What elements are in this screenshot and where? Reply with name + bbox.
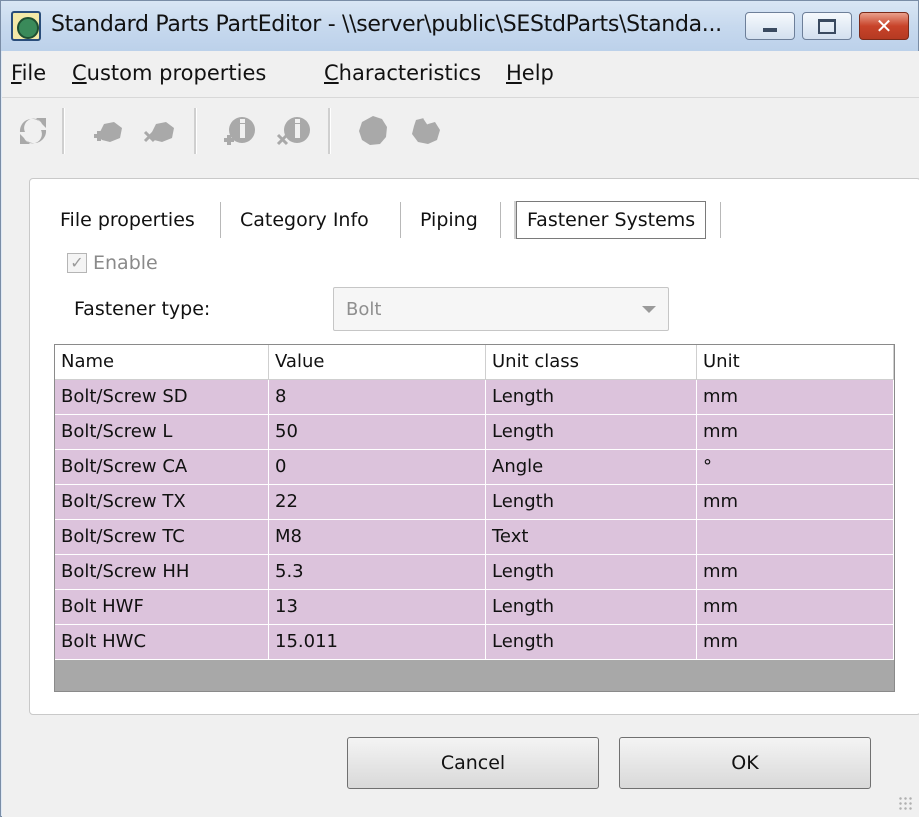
cancel-button[interactable]: Cancel [347, 737, 599, 789]
maximize-button[interactable] [802, 12, 852, 40]
cell-value[interactable]: 13 [269, 590, 486, 624]
title-bar[interactable]: Standard Parts PartEditor - \\server\pub… [1, 1, 918, 51]
cell-name[interactable]: Bolt HWC [55, 625, 269, 659]
table-row[interactable]: Bolt/Screw SD 8 Length mm [55, 380, 894, 415]
table-header: Name Value Unit class Unit [55, 345, 894, 380]
fastener-type-label: Fastener type: [74, 298, 211, 320]
cell-unit[interactable]: mm [697, 380, 894, 414]
tab-category-info[interactable]: Category Info [240, 201, 369, 239]
app-window: Standard Parts PartEditor - \\server\pub… [0, 0, 919, 817]
multi-shape-icon[interactable] [404, 110, 446, 152]
tab-divider [500, 202, 501, 238]
column-header-unit[interactable]: Unit [697, 345, 894, 379]
add-part-icon[interactable] [88, 110, 130, 152]
checkmark-icon: ✓ [67, 253, 87, 273]
properties-table: Name Value Unit class Unit Bolt/Screw SD… [54, 344, 895, 692]
cell-unit[interactable]: mm [697, 485, 894, 519]
cell-unit[interactable]: mm [697, 555, 894, 589]
add-info-icon[interactable] [220, 110, 262, 152]
refresh-icon[interactable] [12, 110, 54, 152]
window-title: Standard Parts PartEditor - \\server\pub… [51, 12, 722, 37]
column-header-value[interactable]: Value [269, 345, 486, 379]
cell-name[interactable]: Bolt/Screw SD [55, 380, 269, 414]
minimize-icon [763, 28, 777, 32]
table-row[interactable]: Bolt HWC 15.011 Length mm [55, 625, 894, 660]
cell-value[interactable]: 8 [269, 380, 486, 414]
app-icon[interactable] [11, 11, 41, 41]
fastener-type-value: Bolt [346, 299, 382, 320]
toolbar-separator [194, 108, 197, 154]
ok-button[interactable]: OK [619, 737, 871, 789]
cell-unit-class[interactable]: Length [486, 485, 697, 519]
cell-name[interactable]: Bolt/Screw HH [55, 555, 269, 589]
cell-unit[interactable] [697, 520, 894, 554]
cell-value[interactable]: 22 [269, 485, 486, 519]
table-row[interactable]: Bolt/Screw HH 5.3 Length mm [55, 555, 894, 590]
tab-divider [220, 202, 221, 238]
resize-grip-icon[interactable] [898, 796, 912, 810]
cell-name[interactable]: Bolt/Screw TC [55, 520, 269, 554]
cell-name[interactable]: Bolt HWF [55, 590, 269, 624]
minimize-button[interactable] [745, 12, 795, 40]
cell-value[interactable]: 50 [269, 415, 486, 449]
tab-divider [720, 202, 721, 238]
cell-unit-class[interactable]: Angle [486, 450, 697, 484]
tab-file-properties[interactable]: File properties [60, 201, 195, 239]
tab-piping[interactable]: Piping [420, 201, 478, 239]
cell-unit-class[interactable]: Length [486, 415, 697, 449]
close-button[interactable]: ✕ [859, 12, 909, 40]
cell-name[interactable]: Bolt/Screw TX [55, 485, 269, 519]
close-icon: ✕ [875, 14, 893, 38]
menu-characteristics[interactable]: Characteristics [324, 61, 481, 85]
table-row[interactable]: Bolt HWF 13 Length mm [55, 590, 894, 625]
cell-unit-class[interactable]: Length [486, 380, 697, 414]
enable-checkbox[interactable]: ✓ Enable [67, 252, 158, 274]
circle-shape-icon[interactable] [352, 110, 394, 152]
menu-help[interactable]: Help [506, 61, 554, 85]
remove-info-icon[interactable] [274, 110, 316, 152]
menu-file[interactable]: File [11, 61, 46, 85]
menu-bar: File Custom properties Characteristics H… [2, 51, 919, 98]
cell-value[interactable]: 15.011 [269, 625, 486, 659]
cell-unit[interactable]: mm [697, 415, 894, 449]
cell-unit-class[interactable]: Length [486, 590, 697, 624]
table-row[interactable]: Bolt/Screw L 50 Length mm [55, 415, 894, 450]
cell-name[interactable]: Bolt/Screw L [55, 415, 269, 449]
column-header-unit-class[interactable]: Unit class [486, 345, 697, 379]
menu-custom-properties[interactable]: Custom properties [72, 61, 266, 85]
table-row[interactable]: Bolt/Screw TX 22 Length mm [55, 485, 894, 520]
toolbar [2, 98, 919, 164]
cell-unit-class[interactable]: Length [486, 625, 697, 659]
column-header-name[interactable]: Name [55, 345, 269, 379]
enable-label: Enable [93, 252, 158, 274]
cell-value[interactable]: M8 [269, 520, 486, 554]
cell-unit-class[interactable]: Length [486, 555, 697, 589]
cell-unit[interactable]: mm [697, 590, 894, 624]
table-row[interactable]: Bolt/Screw TC M8 Text [55, 520, 894, 555]
cell-unit[interactable]: ° [697, 450, 894, 484]
cell-value[interactable]: 0 [269, 450, 486, 484]
tab-divider [400, 202, 401, 238]
cell-name[interactable]: Bolt/Screw CA [55, 450, 269, 484]
chevron-down-icon [642, 306, 656, 313]
cell-unit[interactable]: mm [697, 625, 894, 659]
fastener-type-dropdown[interactable]: Bolt [333, 287, 669, 331]
maximize-icon [818, 18, 836, 34]
table-row[interactable]: Bolt/Screw CA 0 Angle ° [55, 450, 894, 485]
tab-fastener-systems[interactable]: Fastener Systems [516, 201, 707, 239]
cell-value[interactable]: 5.3 [269, 555, 486, 589]
toolbar-separator [328, 108, 331, 154]
remove-part-icon[interactable] [140, 110, 182, 152]
toolbar-separator [62, 108, 65, 154]
cell-unit-class[interactable]: Text [486, 520, 697, 554]
